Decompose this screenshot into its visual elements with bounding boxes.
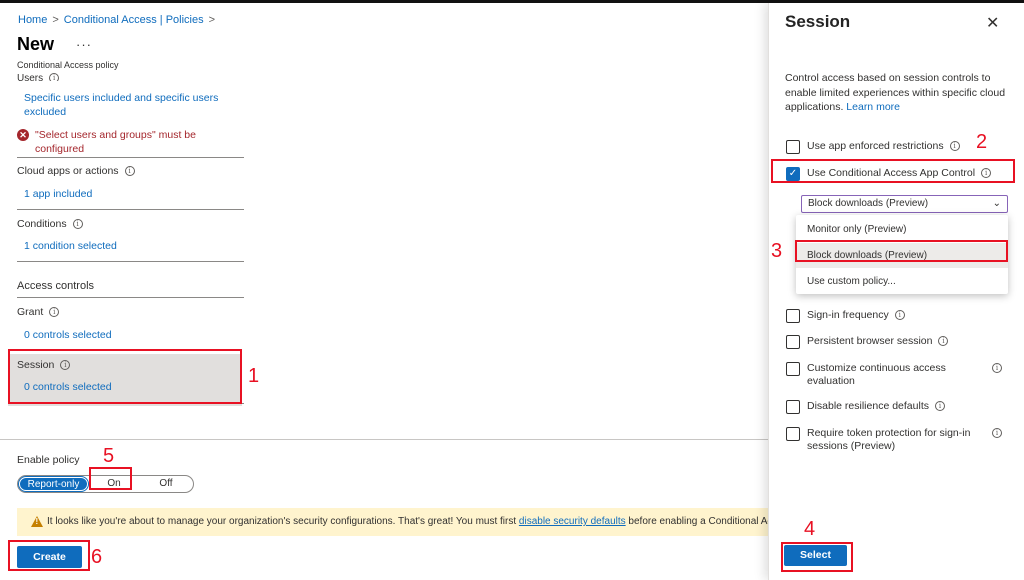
conditions-link[interactable]: 1 condition selected [24,240,117,252]
grant-link[interactable]: 0 controls selected [24,329,112,341]
option-report-only[interactable]: Report-only [18,476,89,492]
grant-label: Grant i [17,306,60,318]
divider [17,209,244,210]
footer-divider [0,439,768,440]
checkbox[interactable] [786,362,800,376]
cloud-apps-link[interactable]: 1 app included [24,188,92,200]
breadcrumb-policies[interactable]: Conditional Access | Policies [64,14,204,26]
app-control-dropdown[interactable]: Block downloads (Preview) ⌄ [801,195,1008,213]
chevron-down-icon: ⌄ [992,198,1001,209]
info-icon[interactable]: i [49,73,60,81]
annotation-box-on [89,467,132,490]
annotation-number: 1 [248,365,260,387]
annotation-number: 5 [103,445,115,467]
info-icon[interactable]: i [72,219,83,229]
info-icon[interactable]: i [992,428,1002,438]
dropdown-option-monitor-only[interactable]: Monitor only (Preview) [796,217,1008,242]
info-icon[interactable]: i [894,310,905,320]
divider [17,157,244,158]
more-options-button[interactable]: ··· [76,37,92,52]
annotation-number: 3 [771,240,783,262]
info-icon[interactable]: i [938,336,949,346]
users-error: ✕ "Select users and groups" must be conf… [17,128,217,156]
option-off[interactable]: Off [140,477,192,491]
annotation-box-create [8,540,90,571]
info-icon[interactable]: i [949,141,960,151]
conditions-label: Conditions i [17,218,83,230]
breadcrumb-separator: > [208,14,216,26]
error-icon: ✕ [17,129,29,141]
annotation-number: 4 [804,518,816,540]
learn-more-link[interactable]: Learn more [846,101,900,113]
info-icon[interactable]: i [49,307,60,317]
info-icon[interactable]: i [124,166,135,176]
breadcrumb: Home > Conditional Access | Policies > [18,14,220,26]
info-icon[interactable]: i [934,401,945,411]
security-defaults-warning: ! It looks like you're about to manage y… [17,508,768,536]
users-summary-link[interactable]: Specific users included and specific use… [24,91,218,119]
users-label: Users i [17,73,60,81]
divider [17,261,244,262]
checkbox[interactable] [786,400,800,414]
policy-editor: Home > Conditional Access | Policies > New … [0,3,768,580]
annotation-box-session [8,349,242,404]
panel-description: Control access based on session controls… [785,72,1006,113]
page-title: New [17,34,55,54]
breadcrumb-home[interactable]: Home [18,14,47,26]
checkbox[interactable] [786,309,800,323]
annotation-box-select [781,542,853,572]
enable-policy-label: Enable policy [17,454,80,466]
dropdown-option-custom-policy[interactable]: Use custom policy... [796,269,1008,294]
checkbox[interactable] [786,140,800,154]
checkbox[interactable] [786,427,800,441]
panel-title: Session [785,12,851,31]
annotation-box-block-downloads [795,240,1008,262]
info-icon[interactable]: i [992,363,1002,373]
page-subtitle: Conditional Access policy [17,60,119,70]
annotation-number: 2 [976,131,988,153]
session-panel: Session ✕ Control access based on sessio… [768,3,1024,580]
close-icon[interactable]: ✕ [986,13,999,32]
access-controls-heading: Access controls [17,280,95,292]
disable-security-defaults-link[interactable]: disable security defaults [519,516,626,527]
divider [17,297,244,298]
breadcrumb-separator: > [52,14,59,26]
annotation-box-app-control [771,159,1015,183]
annotation-number: 6 [91,546,103,568]
cloud-apps-label: Cloud apps or actions i [17,165,135,177]
checkbox[interactable] [786,335,800,349]
